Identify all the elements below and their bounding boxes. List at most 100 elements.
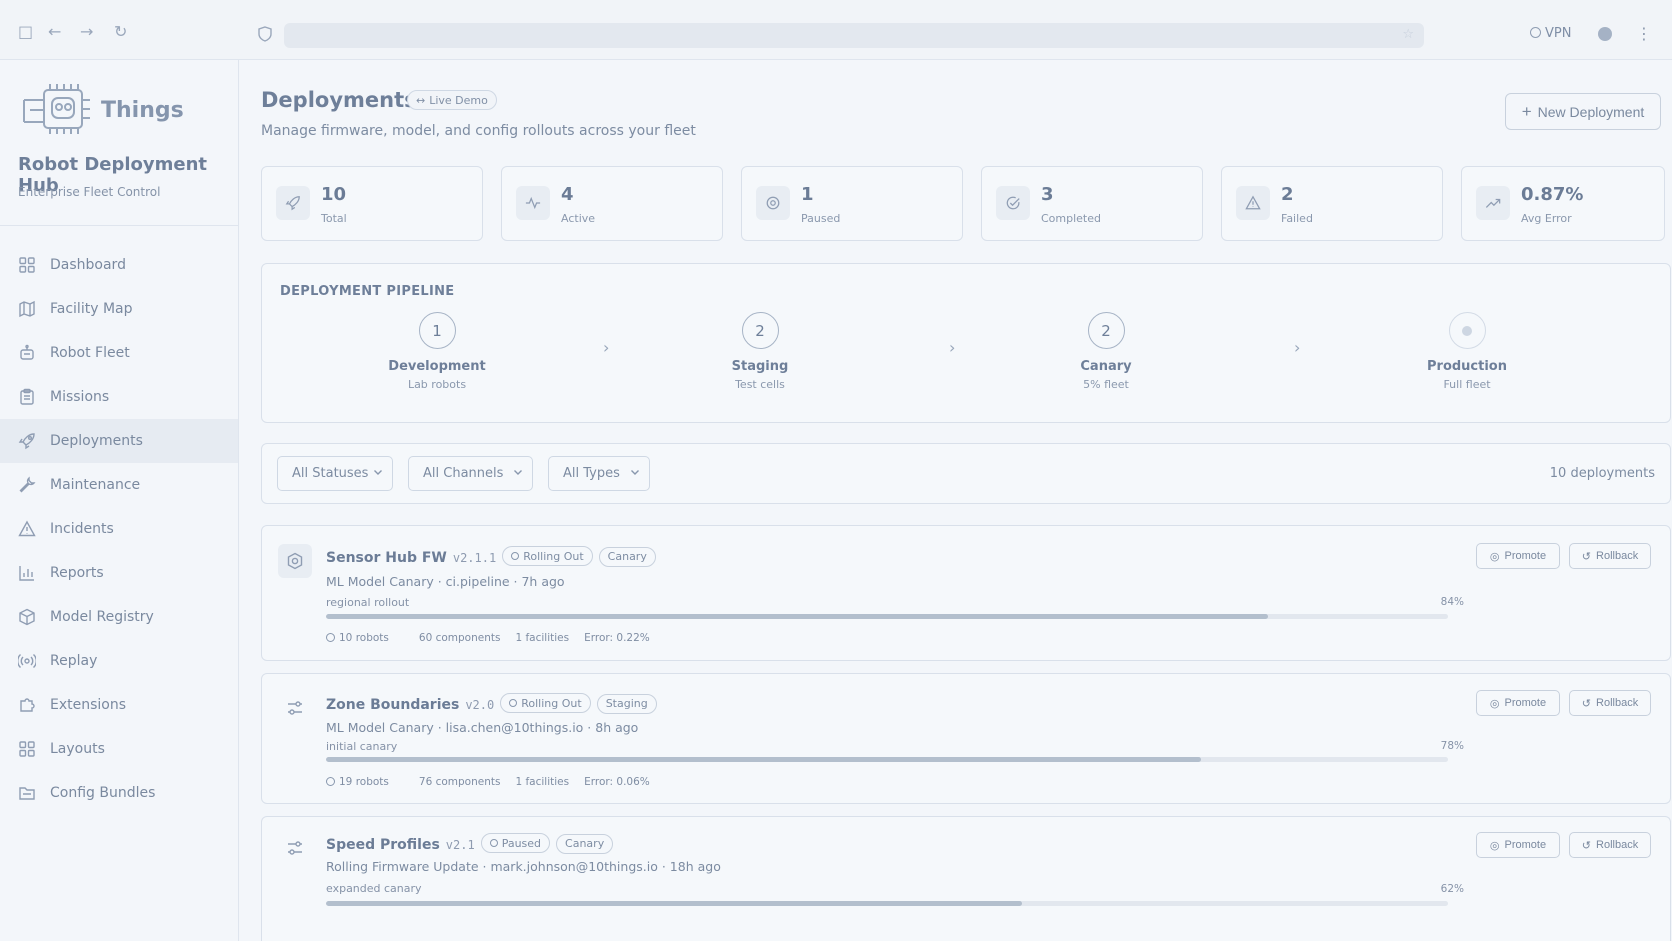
sidebar-item-label: Dashboard <box>50 257 126 273</box>
live-demo-badge: ↔ Live Demo <box>407 90 497 110</box>
reload-icon[interactable]: ↻ <box>114 24 127 40</box>
sidebar-item-replay[interactable]: Replay <box>0 639 238 683</box>
alert-icon <box>18 520 36 538</box>
rollback-label: Rollback <box>1596 839 1639 851</box>
progress-fill <box>326 614 1269 619</box>
progress-percent: 62% <box>1440 883 1464 895</box>
rollback-icon: ↺ <box>1581 697 1592 710</box>
channel-filter-select[interactable]: All Channels <box>408 456 533 491</box>
sidebar-item-config-bundles[interactable]: Config Bundles <box>0 771 238 815</box>
sidebar-item-layouts[interactable]: Layouts <box>0 727 238 771</box>
rollback-button[interactable]: ↺ Rollback <box>1569 543 1651 569</box>
deployment-note: regional rollout <box>326 596 410 609</box>
sidebar-item-label: Reports <box>50 565 104 581</box>
status-text: Rolling Out <box>521 696 582 710</box>
promote-button[interactable]: ◎ Promote <box>1476 690 1560 716</box>
stat-value: 10 <box>321 184 347 205</box>
back-icon[interactable]: ← <box>48 24 61 40</box>
deployment-count: 10 deployments <box>1549 466 1655 481</box>
sidebar-item-facility-map[interactable]: Facility Map <box>0 287 238 331</box>
deployment-card[interactable]: Sensor Hub FW v2.1.1 Rolling Out Canary ML … <box>261 525 1671 661</box>
promote-button[interactable]: ◎ Promote <box>1476 543 1560 569</box>
vpn-button[interactable]: VPN <box>1530 26 1571 41</box>
new-deployment-button[interactable]: + New Deployment <box>1505 93 1661 130</box>
brand-logo-text: Things <box>101 98 184 123</box>
stage-name: Production <box>1427 359 1507 374</box>
deployment-stats: 10 robots 60 components 1 facilities Err… <box>326 632 665 644</box>
status-filter-select[interactable]: All Statuses <box>277 456 393 491</box>
sidebar-item-extensions[interactable]: Extensions <box>0 683 238 727</box>
pipeline-stage-development[interactable]: 1 Development Lab robots <box>357 312 517 391</box>
pipeline-stage-staging[interactable]: 2 Staging Test cells <box>680 312 840 391</box>
sidebar-item-deployments[interactable]: Deployments <box>0 419 238 463</box>
promote-label: Promote <box>1504 839 1547 851</box>
filter-bar: All Statuses All Channels All Types 10 d… <box>261 443 1671 504</box>
status-badge: Rolling Out <box>500 693 591 713</box>
deployment-name: Sensor Hub FW <box>326 550 447 566</box>
browser-menu-icon[interactable]: ⋮ <box>1636 24 1652 43</box>
stat-card-completed: 3 Completed <box>981 166 1203 241</box>
chip-icon <box>278 544 312 578</box>
promote-icon: ◎ <box>1489 550 1500 563</box>
status-icon <box>489 839 498 847</box>
components-count: 60 components <box>418 632 501 644</box>
rollback-button[interactable]: ↺ Rollback <box>1569 832 1651 858</box>
bookmark-star-icon[interactable]: ☆ <box>1402 27 1414 42</box>
deployment-card[interactable]: Zone Boundaries v2.0 Rolling Out Staging ML… <box>261 673 1671 804</box>
sidebar-toggle-icon[interactable]: □ <box>18 24 33 40</box>
clipboard-icon <box>18 388 36 406</box>
puzzle-icon <box>18 696 36 714</box>
warning-icon <box>1236 186 1270 220</box>
deployment-name: Speed Profiles <box>326 837 440 853</box>
sidebar-item-incidents[interactable]: Incidents <box>0 507 238 551</box>
sidebar-item-dashboard[interactable]: Dashboard <box>0 243 238 287</box>
deployment-card[interactable]: Speed Profiles v2.1 Paused Canary Rolling F… <box>261 816 1671 941</box>
stage-description: Lab robots <box>407 378 467 391</box>
channel-badge: Staging <box>596 693 657 714</box>
grid-icon <box>18 256 36 274</box>
sidebar-item-maintenance[interactable]: Maintenance <box>0 463 238 507</box>
broadcast-icon <box>17 652 37 670</box>
sidebar-item-label: Deployments <box>50 433 143 449</box>
robots-count-text: 10 robots <box>339 632 389 644</box>
pipeline-stage-production[interactable]: Production Full fleet <box>1387 312 1547 391</box>
stat-card-total: 10 Total <box>261 166 483 241</box>
main-content: Deployments ↔ Live Demo Manage firmware, … <box>239 60 1672 941</box>
link-icon: ↔ <box>416 93 426 107</box>
sidebar-item-label: Incidents <box>50 521 114 537</box>
deployment-pipeline: DEPLOYMENT PIPELINE 1 Development Lab ro… <box>261 263 1671 423</box>
status-icon <box>511 552 520 560</box>
stat-label: Completed <box>1041 212 1101 225</box>
robot-count-icon <box>326 633 335 642</box>
stat-label: Active <box>561 212 596 225</box>
pipeline-stage-canary[interactable]: 2 Canary 5% fleet <box>1026 312 1186 391</box>
sidebar-item-robot-fleet[interactable]: Robot Fleet <box>0 331 238 375</box>
stat-value: 2 <box>1281 184 1294 205</box>
progress-bar <box>326 901 1448 906</box>
rollback-button[interactable]: ↺ Rollback <box>1569 690 1651 716</box>
sidebar-item-reports[interactable]: Reports <box>0 551 238 595</box>
error-rate: Error: 0.06% <box>584 776 650 788</box>
stat-card-avg-error: 0.87% Avg Error <box>1461 166 1665 241</box>
rocket-icon <box>18 432 36 450</box>
stage-name: Canary <box>1080 359 1132 374</box>
wrench-icon <box>18 476 36 494</box>
address-bar[interactable]: ☆ <box>284 23 1424 48</box>
forward-icon[interactable]: → <box>80 24 93 40</box>
robots-count-text: 19 robots <box>339 776 389 788</box>
progress-fill <box>326 757 1202 762</box>
sidebar-item-model-registry[interactable]: Model Registry <box>0 595 238 639</box>
new-deployment-label: New Deployment <box>1537 103 1645 120</box>
deployment-meta: ML Model Canary · ci.pipeline · 7h ago <box>326 574 565 589</box>
shield-icon[interactable] <box>258 26 272 45</box>
promote-button[interactable]: ◎ Promote <box>1476 832 1560 858</box>
sidebar-item-missions[interactable]: Missions <box>0 375 238 419</box>
profile-avatar[interactable] <box>1598 27 1612 41</box>
stage-count: 2 <box>741 312 779 349</box>
stats-row: 10 Total 4 Active 1 Paused 3 Completed 2… <box>261 166 1671 241</box>
activity-icon <box>516 186 550 220</box>
check-circle-icon <box>996 186 1030 220</box>
progress-percent: 78% <box>1440 740 1464 752</box>
deployment-meta: Rolling Firmware Update · mark.johnson@1… <box>326 859 721 874</box>
type-filter-select[interactable]: All Types <box>548 456 650 491</box>
